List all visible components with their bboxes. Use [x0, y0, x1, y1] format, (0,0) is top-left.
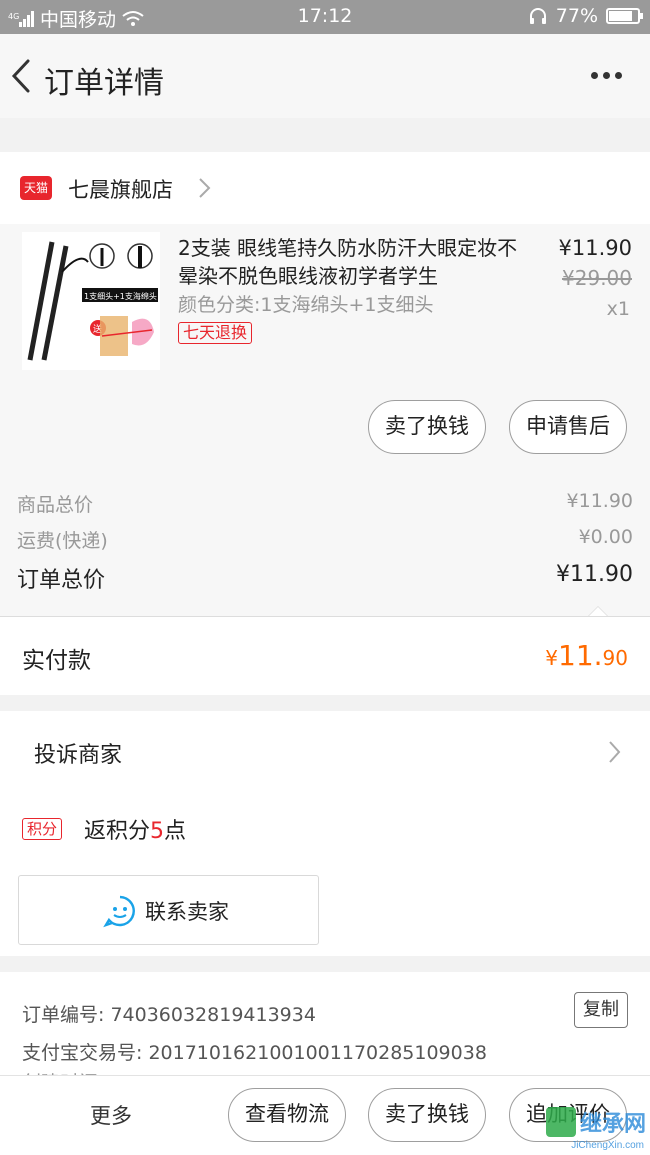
product-price: ¥11.90 [558, 236, 632, 260]
product-original-price: ¥29.00 [562, 266, 632, 290]
points-number: 5 [150, 819, 165, 844]
sell-for-cash-bottom-button[interactable]: 卖了换钱 [368, 1088, 486, 1142]
price-summary: 商品总价 ¥11.90 运费(快递) ¥0.00 订单总价 ¥11.90 [0, 468, 650, 616]
battery-icon [606, 8, 643, 24]
nav-bar: 订单详情 [0, 34, 650, 118]
headset-icon [529, 8, 546, 24]
battery-percent: 77% [555, 5, 598, 27]
shipping-value: ¥0.00 [578, 526, 633, 548]
order-total-value: ¥11.90 [556, 562, 633, 587]
seven-day-return-tag: 七天退换 [178, 322, 253, 344]
complain-merchant-link[interactable]: 投诉商家 [34, 737, 122, 769]
order-total-row: 订单总价 ¥11.90 [17, 562, 633, 594]
shipping-label: 运费(快递) [17, 530, 108, 552]
order-total-label: 订单总价 [17, 568, 106, 593]
product-sku: 颜色分类:1支海绵头+1支细头 [178, 294, 434, 316]
sell-for-cash-button[interactable]: 卖了换钱 [368, 400, 486, 454]
watermark-text: 继承网 [579, 1112, 646, 1137]
service-section: 投诉商家 积分 返积分5点 联系卖家 [0, 711, 650, 956]
product-thumbnail[interactable]: 1支细头+1支海绵头 送 [22, 232, 160, 370]
product-quantity: x1 [606, 298, 630, 320]
apply-after-sale-button[interactable]: 申请售后 [509, 400, 627, 454]
shop-name[interactable]: 七晨旗舰店 [68, 174, 173, 204]
alipay-trade-number: 支付宝交易号: 2017101621001001170285109038 [22, 1042, 487, 1064]
paid-amount-dec: 90 [602, 646, 628, 670]
product-item[interactable]: 1支细头+1支海绵头 送 2支装 眼线笔持久防水防汗大眼定妆不晕染不脱色眼线液初… [0, 224, 650, 468]
thumb-caption: 1支细头+1支海绵头 [84, 291, 157, 301]
paid-amount: ¥11.90 [545, 639, 628, 672]
chat-bubble-icon [103, 895, 135, 928]
product-title[interactable]: 2支装 眼线笔持久防水防汗大眼定妆不晕染不脱色眼线液初学者学生 [178, 234, 528, 290]
watermark: 继承网 [545, 1106, 646, 1138]
goods-total-value: ¥11.90 [566, 490, 633, 512]
page-title: 订单详情 [44, 66, 164, 101]
contact-seller-button[interactable]: 联系卖家 [18, 875, 319, 945]
contact-seller-label: 联系卖家 [145, 900, 229, 924]
view-logistics-button[interactable]: 查看物流 [228, 1088, 346, 1142]
goods-total-row: 商品总价 ¥11.90 [17, 490, 633, 517]
status-right: 77% [528, 5, 643, 27]
watermark-subtext: JiChengXin.com [571, 1140, 644, 1151]
paid-currency: ¥ [545, 646, 559, 670]
paid-amount-row: 实付款 ¥11.90 [0, 617, 650, 695]
watermark-logo-icon [545, 1107, 576, 1137]
eyeliner-image: 1支细头+1支海绵头 送 [22, 232, 160, 370]
paid-label: 实付款 [22, 648, 91, 674]
points-tag: 积分 [22, 818, 63, 840]
goods-total-label: 商品总价 [17, 494, 94, 516]
shop-row[interactable]: 天猫 七晨旗舰店 [0, 152, 650, 224]
chevron-right-icon[interactable] [606, 739, 622, 765]
points-prefix: 返积分 [84, 819, 151, 844]
paid-amount-int: 11. [558, 639, 603, 672]
more-button[interactable]: 更多 [90, 1100, 132, 1130]
tmall-icon: 天猫 [20, 176, 52, 200]
chevron-right-icon [199, 178, 211, 198]
caret-pointer [588, 606, 608, 616]
copy-button[interactable]: 复制 [574, 992, 628, 1028]
points-text: 返积分5点 [84, 813, 186, 845]
order-number: 订单编号: 74036032819413934 [22, 1004, 316, 1026]
shipping-row: 运费(快递) ¥0.00 [17, 526, 633, 553]
order-info: 订单编号: 74036032819413934 支付宝交易号: 20171016… [0, 972, 650, 1094]
points-suffix: 点 [164, 819, 187, 844]
chevron-left-icon[interactable] [8, 58, 36, 94]
more-dots-icon[interactable] [591, 72, 622, 79]
status-bar: 4G 中国移动 17:12 77% [0, 0, 650, 34]
